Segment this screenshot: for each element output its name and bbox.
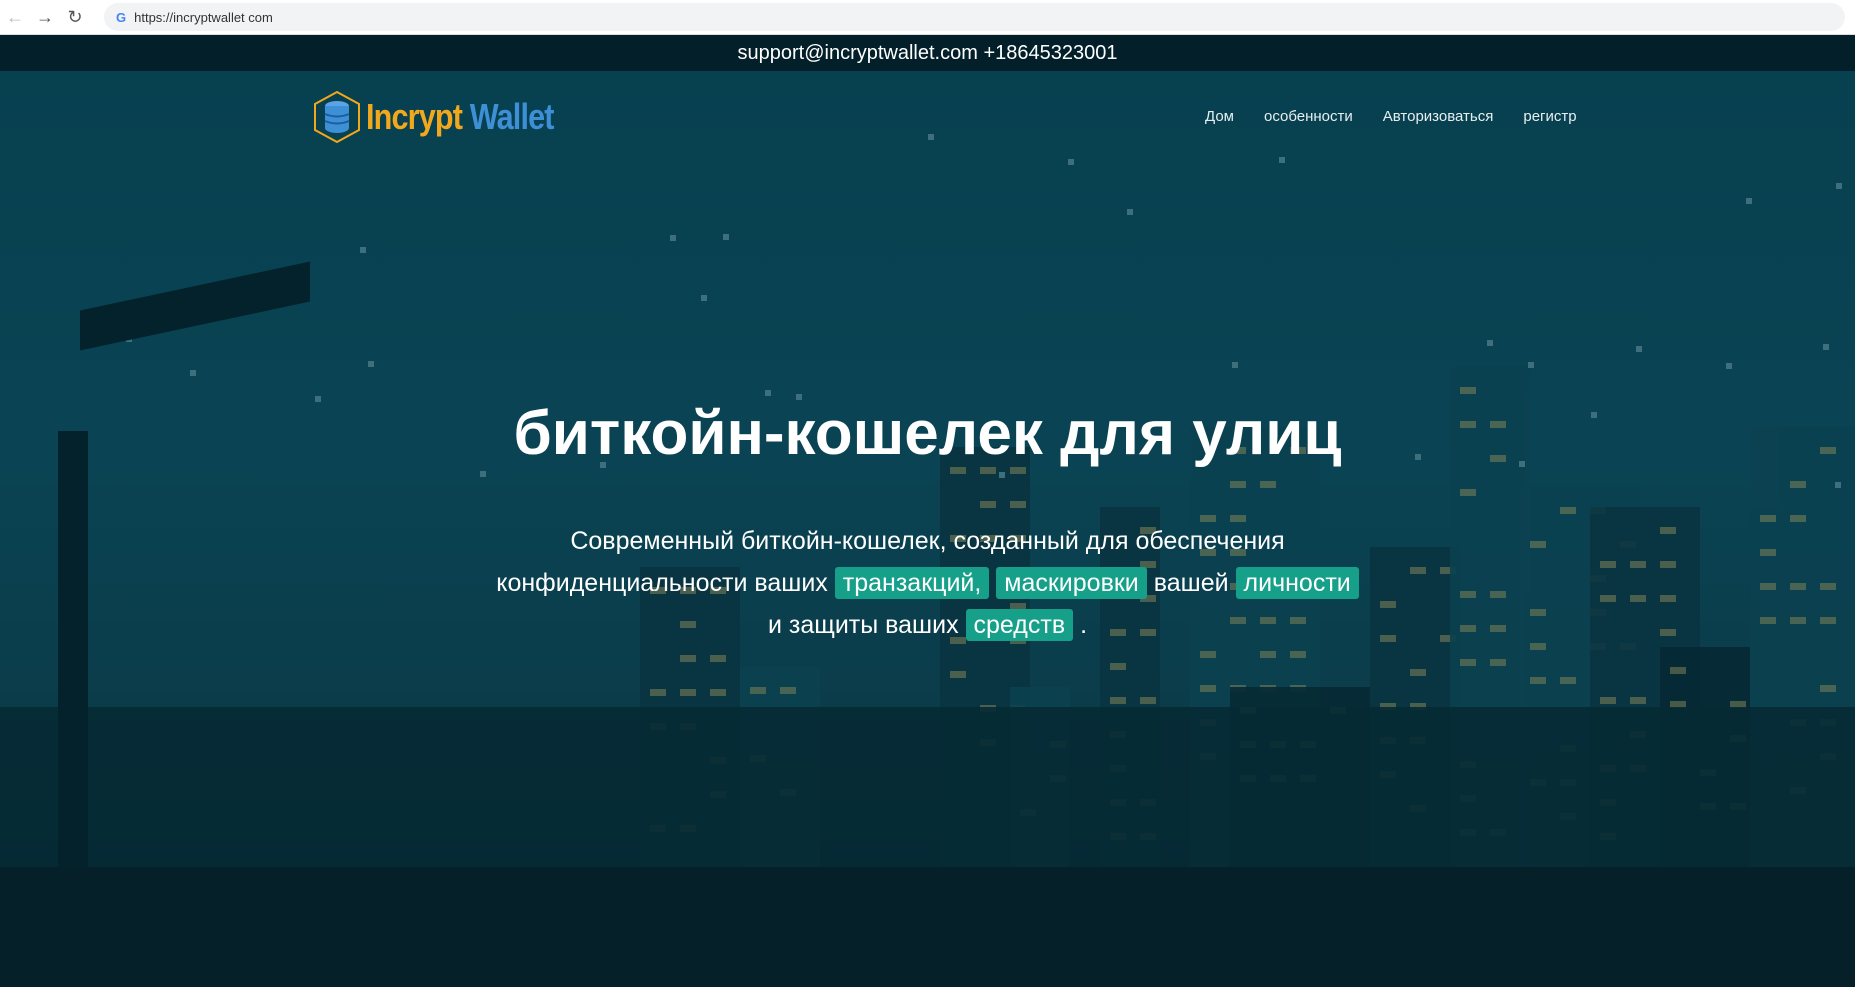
star [1127,209,1133,215]
star [1636,346,1642,352]
star [1836,183,1842,189]
window [1200,651,1216,658]
star [1528,362,1534,368]
window [650,689,666,696]
window [750,687,766,694]
nav-login[interactable]: Авторизоваться [1383,108,1494,125]
window [1260,481,1276,488]
window [1530,677,1546,684]
subtitle-text: вашей [1154,569,1229,597]
window [1290,651,1306,658]
star [1279,157,1285,163]
star [701,295,707,301]
back-icon[interactable]: ← [0,7,30,28]
subtitle-text: конфиденциальности ваших [496,569,828,597]
window [680,689,696,696]
star [360,247,366,253]
star [480,471,486,477]
window [780,687,796,694]
subtitle-text: . [1080,611,1087,639]
hero-title: биткойн-кошелек для улиц [0,398,1855,469]
nav-features[interactable]: особенности [1264,108,1353,125]
star [1068,159,1074,165]
google-icon: G [116,10,126,25]
reload-icon[interactable]: ↻ [60,7,90,28]
window [1110,697,1126,704]
window [1230,481,1246,488]
window [1260,651,1276,658]
window [1460,659,1476,666]
window [1560,507,1576,514]
logo-text-wallet: Wallet [470,96,554,137]
window [1630,697,1646,704]
url-text: https://incryptwallet com [134,10,273,25]
logo[interactable]: Incrypt Wallet [312,90,587,144]
window [1140,697,1156,704]
window [1460,387,1476,394]
subtitle-line1: Современный биткойн-кошелек, созданный д… [570,527,1284,555]
window [1600,697,1616,704]
database-cube-icon [312,90,362,144]
window [950,671,966,678]
window [1790,481,1806,488]
window [1670,667,1686,674]
window [1410,669,1426,676]
window [1490,659,1506,666]
star [1487,340,1493,346]
star [999,472,1005,478]
contact-bar: support@incryptwallet.com +18645323001 [0,35,1855,71]
window [980,501,996,508]
main-nav: Дом особенности Авторизоваться регистр [1205,108,1577,125]
nav-home[interactable]: Дом [1205,108,1234,125]
window [1560,677,1576,684]
window [1010,501,1026,508]
star [1823,344,1829,350]
window [680,655,696,662]
highlight-masking: маскировки [996,567,1147,599]
star [190,370,196,376]
star [1232,362,1238,368]
star [1835,482,1841,488]
window [1110,663,1126,670]
window [1460,489,1476,496]
subtitle-text: и защиты ваших [768,611,959,639]
window [1200,685,1216,692]
star [1746,198,1752,204]
street-lamp-head [80,262,310,351]
star [765,390,771,396]
highlight-transactions: транзакций, [835,567,990,599]
highlight-funds: средств [966,609,1074,641]
highlight-identity: личности [1236,567,1359,599]
browser-toolbar: ← → ↻ G https://incryptwallet com [0,0,1855,35]
star [928,134,934,140]
star [723,234,729,240]
star [1726,363,1732,369]
logo-text: Incrypt Wallet [366,96,554,138]
window [710,655,726,662]
contact-text: support@incryptwallet.com +18645323001 [738,42,1118,64]
star [368,361,374,367]
window [1820,685,1836,692]
nav-register[interactable]: регистр [1523,108,1576,125]
forward-icon[interactable]: → [30,7,60,28]
ground [0,867,1855,987]
address-bar[interactable]: G https://incryptwallet com [104,3,1845,31]
window [710,689,726,696]
logo-text-incrypt: Incrypt [366,96,462,137]
hero-subtitle: Современный биткойн-кошелек, созданный д… [0,520,1855,646]
star [670,235,676,241]
